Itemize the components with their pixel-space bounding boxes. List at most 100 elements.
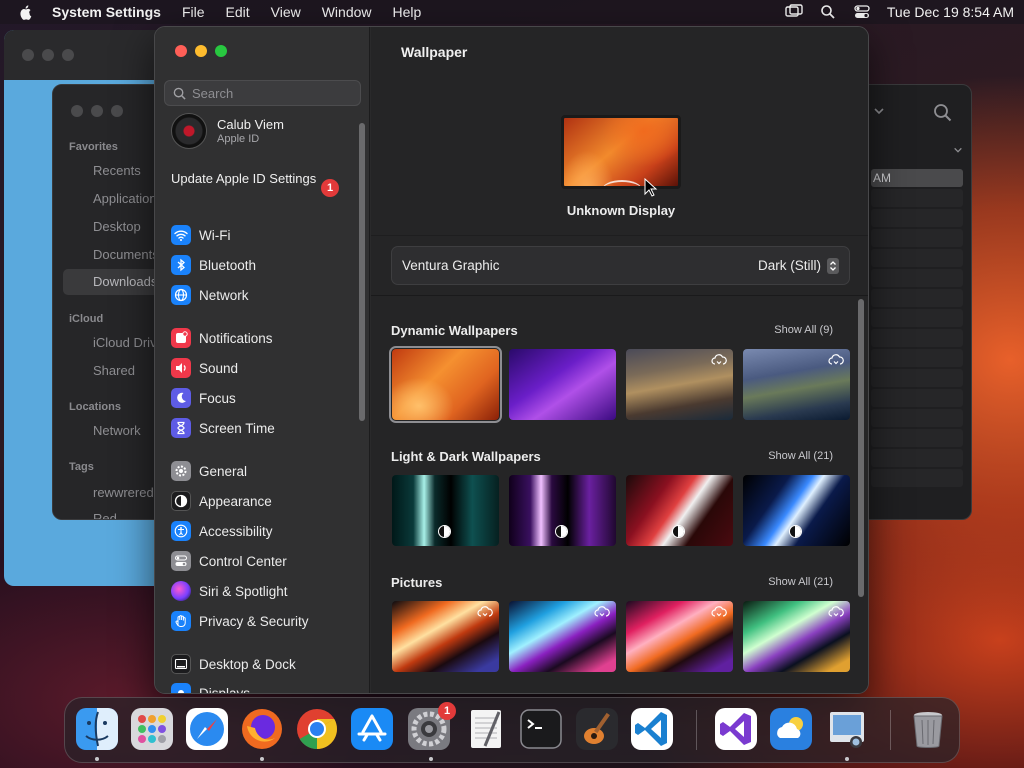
sidebar-item-accessibility[interactable]: Accessibility <box>171 520 273 542</box>
menu-view[interactable]: View <box>271 4 301 20</box>
wallpaper-thumbnail-ventura[interactable] <box>389 346 502 423</box>
dock-weather[interactable] <box>768 706 814 752</box>
list-item[interactable] <box>871 189 963 207</box>
list-item[interactable] <box>871 409 963 427</box>
menu-window[interactable]: Window <box>322 4 372 20</box>
wallpaper-thumbnail[interactable] <box>392 475 499 546</box>
finder-item-network[interactable]: Network <box>93 423 141 438</box>
minimize-icon[interactable] <box>91 105 103 117</box>
list-item[interactable] <box>871 249 963 267</box>
apple-menu-icon[interactable] <box>18 4 34 20</box>
wallpaper-thumbnail[interactable] <box>743 601 850 672</box>
sidebar-item-privacy-security[interactable]: Privacy & Security <box>171 610 309 632</box>
zoom-icon[interactable] <box>111 105 123 117</box>
minimize-button[interactable] <box>195 45 207 57</box>
list-item[interactable] <box>871 209 963 227</box>
sidebar-item-control-center[interactable]: Control Center <box>171 550 287 572</box>
search-icon[interactable] <box>933 103 953 123</box>
sidebar-item-siri-spotlight[interactable]: Siri & Spotlight <box>171 580 288 602</box>
menu-file[interactable]: File <box>182 4 205 20</box>
close-button[interactable] <box>175 45 187 57</box>
zoom-button[interactable] <box>215 45 227 57</box>
finder-item-recents[interactable]: Recents <box>93 163 141 178</box>
dock-app-store[interactable] <box>349 706 395 752</box>
list-item[interactable] <box>871 349 963 367</box>
dock-chrome[interactable] <box>294 706 340 752</box>
wallpaper-mode-select[interactable]: Dark (Still) <box>758 257 839 274</box>
chevron-down-icon[interactable] <box>953 145 963 155</box>
list-item[interactable] <box>871 449 963 467</box>
list-item[interactable] <box>871 269 963 287</box>
sidebar-item-desktop-dock[interactable]: Desktop & Dock <box>171 653 296 675</box>
sidebar-item-appearance[interactable]: Appearance <box>171 490 272 512</box>
show-all-button[interactable]: Show All (9) <box>774 324 833 336</box>
list-item[interactable] <box>871 309 963 327</box>
dock-preview[interactable] <box>824 706 870 752</box>
dock-launchpad[interactable] <box>129 706 175 752</box>
chevron-down-icon[interactable] <box>873 105 885 117</box>
sidebar-item-network[interactable]: Network <box>171 284 249 306</box>
dock-finder[interactable] <box>74 706 120 752</box>
wallpaper-thumbnail[interactable] <box>743 475 850 546</box>
list-item[interactable] <box>871 289 963 307</box>
close-icon[interactable] <box>71 105 83 117</box>
spotlight-search-icon[interactable] <box>819 4 837 20</box>
menubar-clock[interactable]: Tue Dec 19 8:54 AM <box>887 4 1014 20</box>
dock-visual-studio[interactable] <box>713 706 759 752</box>
dock-trash[interactable] <box>905 706 951 752</box>
control-center-icon[interactable] <box>853 4 871 20</box>
sidebar-item-focus[interactable]: Focus <box>171 387 236 409</box>
menu-help[interactable]: Help <box>393 4 422 20</box>
app-name-menu[interactable]: System Settings <box>52 4 161 20</box>
dock-system-settings[interactable]: 1 <box>406 702 456 752</box>
sidebar-item-general[interactable]: General <box>171 460 247 482</box>
dock-garageband[interactable] <box>574 706 620 752</box>
list-item[interactable]: AM <box>871 169 963 187</box>
wallpaper-thumbnail[interactable] <box>509 475 616 546</box>
sidebar-item-sound[interactable]: Sound <box>171 357 238 379</box>
list-item[interactable] <box>871 329 963 347</box>
finder-item-tag-red[interactable]: Red <box>93 511 117 519</box>
dock-textedit[interactable] <box>463 706 509 752</box>
update-apple-id-settings[interactable]: Update Apple ID Settings <box>171 171 341 187</box>
wallpaper-thumbnail-catalina-night[interactable] <box>743 349 850 420</box>
dock-vscode[interactable] <box>629 706 675 752</box>
apple-id-profile[interactable]: Calub Viem Apple ID <box>171 113 284 149</box>
profile-subtitle: Apple ID <box>217 133 260 145</box>
finder-item-documents[interactable]: Documents <box>93 247 159 262</box>
sidebar-item-displays[interactable]: Displays <box>171 682 250 693</box>
dock-firefox[interactable] <box>239 706 285 752</box>
list-item[interactable] <box>871 369 963 387</box>
wallpaper-thumbnail[interactable] <box>626 475 733 546</box>
divider <box>371 235 868 236</box>
screen-mirroring-icon[interactable] <box>785 4 803 20</box>
show-all-button[interactable]: Show All (21) <box>768 576 833 588</box>
wallpaper-thumbnail-monterey[interactable] <box>509 349 616 420</box>
wallpaper-thumbnail[interactable] <box>392 601 499 672</box>
wallpaper-style-picker[interactable]: Ventura Graphic Dark (Still) <box>391 246 850 285</box>
wallpaper-thumbnail-catalina[interactable] <box>626 349 733 420</box>
finder-item-applications[interactable]: Applications <box>93 191 163 206</box>
sidebar-scrollbar[interactable] <box>359 123 365 421</box>
list-item[interactable] <box>871 389 963 407</box>
finder-item-tag-rewwrered[interactable]: rewwrered <box>93 485 154 500</box>
trash-icon <box>913 712 943 748</box>
list-item[interactable] <box>871 469 963 487</box>
sidebar-item-wifi[interactable]: Wi-Fi <box>171 224 230 246</box>
show-all-button[interactable]: Show All (21) <box>768 450 833 462</box>
sidebar-item-bluetooth[interactable]: Bluetooth <box>171 254 256 276</box>
wallpaper-thumbnail[interactable] <box>626 601 733 672</box>
dock-safari[interactable] <box>184 706 230 752</box>
sidebar-item-notifications[interactable]: Notifications <box>171 327 273 349</box>
list-item[interactable] <box>871 229 963 247</box>
menu-edit[interactable]: Edit <box>226 4 250 20</box>
search-input[interactable]: Search <box>164 80 361 106</box>
finder-item-desktop[interactable]: Desktop <box>93 219 141 234</box>
sidebar-item-screen-time[interactable]: Screen Time <box>171 417 275 439</box>
dock-terminal[interactable] <box>518 706 564 752</box>
list-item[interactable] <box>871 429 963 447</box>
finder-item-shared[interactable]: Shared <box>93 363 135 378</box>
gallery-scrollbar[interactable] <box>858 299 864 597</box>
search-placeholder: Search <box>192 85 234 101</box>
wallpaper-thumbnail[interactable] <box>509 601 616 672</box>
